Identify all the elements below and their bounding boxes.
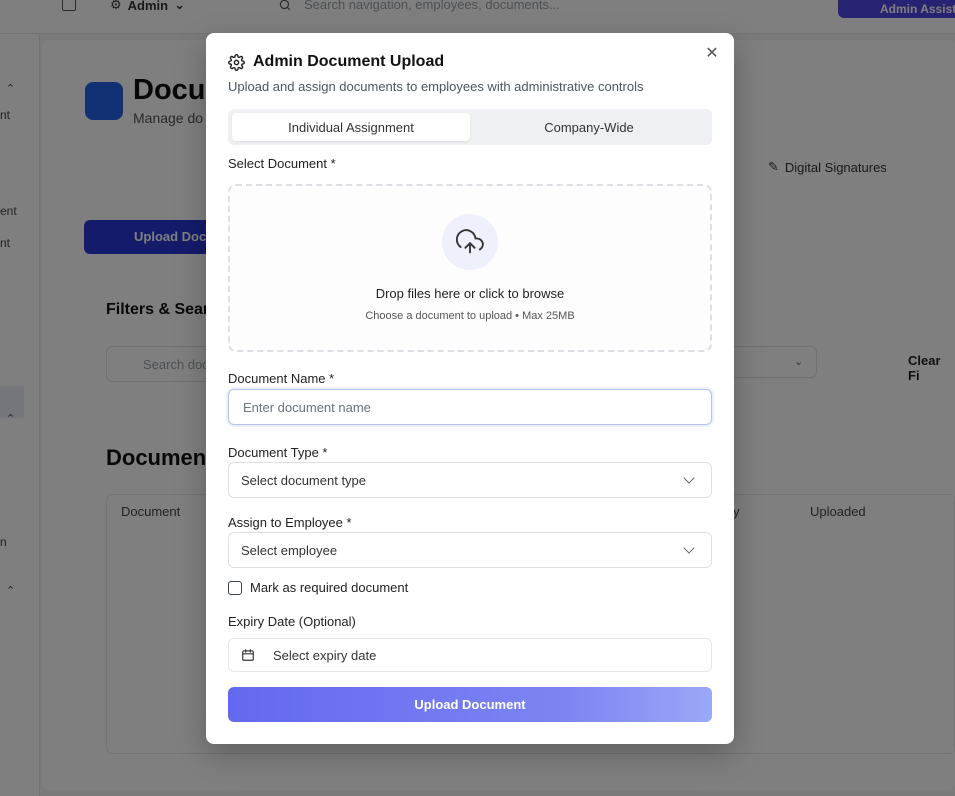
assignment-tabs: Individual Assignment Company-Wide <box>228 109 712 145</box>
tab-individual-assignment[interactable]: Individual Assignment <box>232 113 470 141</box>
expiry-date-picker[interactable]: Select expiry date <box>228 638 712 672</box>
assign-employee-label: Assign to Employee * <box>228 515 352 530</box>
modal-subtitle: Upload and assign documents to employees… <box>228 79 644 94</box>
document-type-select[interactable]: Select document type <box>228 462 712 498</box>
close-icon[interactable]: ✕ <box>704 46 720 62</box>
upload-icon-circle <box>442 214 498 270</box>
document-name-label: Document Name * <box>228 371 335 386</box>
file-dropzone[interactable]: Drop files here or click to browse Choos… <box>228 184 712 352</box>
upload-document-button[interactable]: Upload Document <box>228 687 712 722</box>
dropzone-title: Drop files here or click to browse <box>375 286 565 301</box>
admin-upload-modal: ✕ Admin Document Upload Upload and assig… <box>206 33 734 744</box>
required-document-label: Mark as required document <box>250 580 409 595</box>
chevron-down-icon <box>683 542 695 554</box>
gear-icon <box>228 53 245 71</box>
required-document-checkbox[interactable] <box>228 580 242 595</box>
assign-employee-value: Select employee <box>241 542 338 558</box>
select-document-label: Select Document * <box>228 156 336 171</box>
modal-title: Admin Document Upload <box>253 53 445 70</box>
required-document-row[interactable]: Mark as required document <box>228 580 408 595</box>
cloud-upload-icon <box>456 229 484 254</box>
expiry-date-label: Expiry Date (Optional) <box>228 614 356 629</box>
document-type-value: Select document type <box>241 472 367 488</box>
assign-employee-select[interactable]: Select employee <box>228 532 712 568</box>
expiry-date-placeholder: Select expiry date <box>273 647 377 663</box>
document-name-placeholder: Enter document name <box>243 399 371 415</box>
dropzone-subtitle: Choose a document to upload • Max 25MB <box>365 310 575 322</box>
document-type-label: Document Type * <box>228 445 328 460</box>
calendar-icon <box>242 649 254 661</box>
tab-company-wide[interactable]: Company-Wide <box>470 113 708 141</box>
modal-header: Admin Document Upload <box>228 53 444 71</box>
document-name-input[interactable]: Enter document name <box>228 389 712 425</box>
chevron-down-icon <box>683 472 695 484</box>
